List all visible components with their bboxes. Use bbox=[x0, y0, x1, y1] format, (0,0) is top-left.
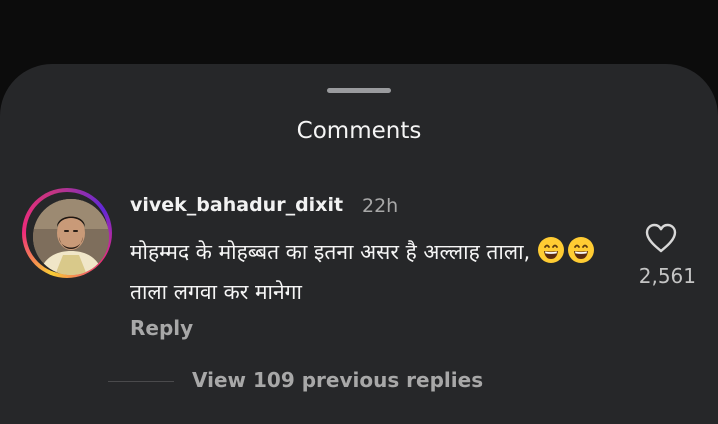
comment-body: मोहम्मद के मोहब्बत का इतना असर है अल्लाह… bbox=[130, 232, 610, 312]
view-previous-replies-button[interactable]: View 109 previous replies bbox=[192, 368, 483, 392]
reply-button[interactable]: Reply bbox=[130, 316, 193, 340]
avatar[interactable] bbox=[33, 199, 109, 275]
comment-username[interactable]: vivek_bahadur_dixit bbox=[130, 194, 343, 216]
comment-timestamp: 22h bbox=[362, 195, 399, 217]
story-ring[interactable] bbox=[22, 188, 112, 278]
comment-text-part2: ताला लगवा कर मानेगा bbox=[130, 280, 302, 304]
sheet-title: Comments bbox=[296, 118, 422, 144]
drag-handle[interactable] bbox=[327, 88, 391, 93]
heart-icon[interactable] bbox=[644, 222, 678, 254]
grinning-face-emoji-icon bbox=[567, 237, 594, 263]
comments-sheet: Comments vivek_bahadur_dixit 22h मोहम्मद… bbox=[0, 64, 718, 424]
grinning-face-emoji-icon bbox=[537, 237, 564, 263]
replies-divider bbox=[108, 381, 174, 382]
like-count: 2,561 bbox=[638, 264, 696, 288]
comment-text-part1: मोहम्मद के मोहब्बत का इतना असर है अल्लाह… bbox=[130, 240, 531, 264]
avatar-photo-icon bbox=[33, 199, 109, 275]
avatar-border bbox=[26, 192, 109, 275]
